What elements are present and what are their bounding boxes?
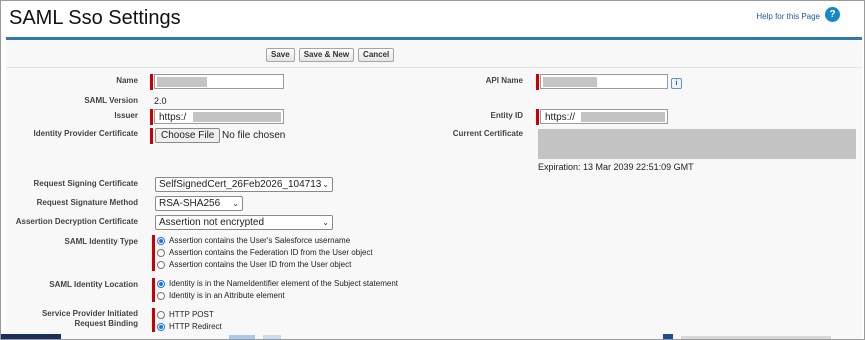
idp-certificate-label: Identity Provider Certificate <box>33 129 138 138</box>
radio-button[interactable] <box>157 236 165 245</box>
sp-binding-label: Service Provider Initiated Request Bindi… <box>6 309 138 329</box>
chevron-down-icon: ⌄ <box>322 180 329 189</box>
required-marker <box>152 278 155 302</box>
required-marker <box>152 308 155 332</box>
identity-type-option-federation-id[interactable]: Assertion contains the Federation ID fro… <box>157 248 373 257</box>
request-signature-method-label: Request Signature Method <box>36 198 138 207</box>
page-frame: SAML Sso Settings Help for this Page ? S… <box>0 0 865 340</box>
info-icon[interactable]: i <box>671 78 682 89</box>
certificate-expiration: Expiration: 13 Mar 2039 22:51:09 GMT <box>538 162 694 172</box>
radio-label: Assertion contains the User's Salesforce… <box>169 236 351 245</box>
identity-type-label: SAML Identity Type <box>64 237 139 246</box>
name-label: Name <box>116 76 138 85</box>
name-input[interactable] <box>154 74 284 89</box>
required-marker <box>150 109 153 125</box>
redacted-value <box>581 112 665 122</box>
radio-button[interactable] <box>157 248 165 257</box>
issuer-input[interactable]: https:/ <box>154 109 284 124</box>
api-name-input[interactable] <box>540 74 668 89</box>
radio-button[interactable] <box>157 291 165 300</box>
bottom-overlap-strip <box>1 334 831 339</box>
file-status: No file chosen <box>222 130 286 141</box>
entity-id-value: https:// <box>545 112 576 123</box>
request-signing-cert-select[interactable]: SelfSignedCert_26Feb2026_104713 ⌄ <box>155 177 333 192</box>
page-title: SAML Sso Settings <box>9 7 181 29</box>
required-marker <box>536 74 539 90</box>
radio-button[interactable] <box>157 279 165 288</box>
redacted-value <box>193 112 281 122</box>
identity-location-label: SAML Identity Location <box>49 280 138 289</box>
api-name-label: API Name <box>485 76 523 85</box>
issuer-label: Issuer <box>114 111 138 120</box>
radio-label: HTTP Redirect <box>169 322 222 331</box>
identity-location-option-nameidentifier[interactable]: Identity is in the NameIdentifier elemen… <box>157 279 398 288</box>
radio-button[interactable] <box>157 322 165 331</box>
identity-type-option-user-id[interactable]: Assertion contains the User ID from the … <box>157 260 351 269</box>
saml-version-value: 2.0 <box>154 96 167 106</box>
sp-binding-label-line1: Service Provider Initiated <box>41 309 138 318</box>
radio-label: Identity is in an Attribute element <box>169 291 285 300</box>
required-marker <box>150 74 153 90</box>
sp-binding-label-line2: Request Binding <box>74 319 138 328</box>
required-marker <box>536 109 539 125</box>
toolbar-divider <box>6 67 862 68</box>
radio-label: Assertion contains the Federation ID fro… <box>169 248 373 257</box>
sp-binding-option-post[interactable]: HTTP POST <box>157 310 214 319</box>
saml-version-label: SAML Version <box>84 96 138 105</box>
assertion-decryption-cert-label: Assertion Decryption Certificate <box>15 217 138 226</box>
entity-id-label: Entity ID <box>490 111 523 120</box>
radio-button[interactable] <box>157 260 165 269</box>
form-area: Save Save & New Cancel Name API Name i S… <box>6 37 862 339</box>
request-signature-method-value: RSA-SHA256 <box>159 198 221 209</box>
help-link[interactable]: Help for this Page <box>756 12 820 21</box>
redacted-value <box>543 77 597 87</box>
button-toolbar: Save Save & New Cancel <box>266 48 395 62</box>
redacted-certificate <box>538 129 856 159</box>
required-marker <box>150 128 153 144</box>
assertion-decryption-cert-value: Assertion not encrypted <box>159 217 265 228</box>
redacted-value <box>157 77 207 87</box>
request-signing-cert-label: Request Signing Certificate <box>33 179 138 188</box>
current-certificate-label: Current Certificate <box>452 129 523 138</box>
issuer-value: https:/ <box>159 112 187 123</box>
identity-location-option-attribute[interactable]: Identity is in an Attribute element <box>157 291 285 300</box>
radio-label: Assertion contains the User ID from the … <box>169 260 352 269</box>
choose-file-button[interactable]: Choose File <box>155 128 221 143</box>
chevron-down-icon: ⌄ <box>322 218 329 227</box>
request-signing-cert-value: SelfSignedCert_26Feb2026_104713 <box>159 179 322 190</box>
save-button[interactable]: Save <box>266 48 295 62</box>
entity-id-input[interactable]: https:// <box>540 109 668 124</box>
radio-label: HTTP POST <box>169 310 214 319</box>
radio-button[interactable] <box>157 310 165 319</box>
radio-label: Identity is in the NameIdentifier elemen… <box>169 279 399 288</box>
chevron-down-icon: ⌄ <box>232 199 239 208</box>
assertion-decryption-cert-select[interactable]: Assertion not encrypted ⌄ <box>155 215 333 230</box>
save-and-new-button[interactable]: Save & New <box>298 48 355 62</box>
cancel-button[interactable]: Cancel <box>358 48 395 62</box>
sp-binding-option-redirect[interactable]: HTTP Redirect <box>157 322 222 331</box>
help-icon[interactable]: ? <box>825 7 840 22</box>
identity-type-option-username[interactable]: Assertion contains the User's Salesforce… <box>157 236 350 245</box>
request-signature-method-select[interactable]: RSA-SHA256 ⌄ <box>155 196 243 211</box>
required-marker <box>152 235 155 271</box>
